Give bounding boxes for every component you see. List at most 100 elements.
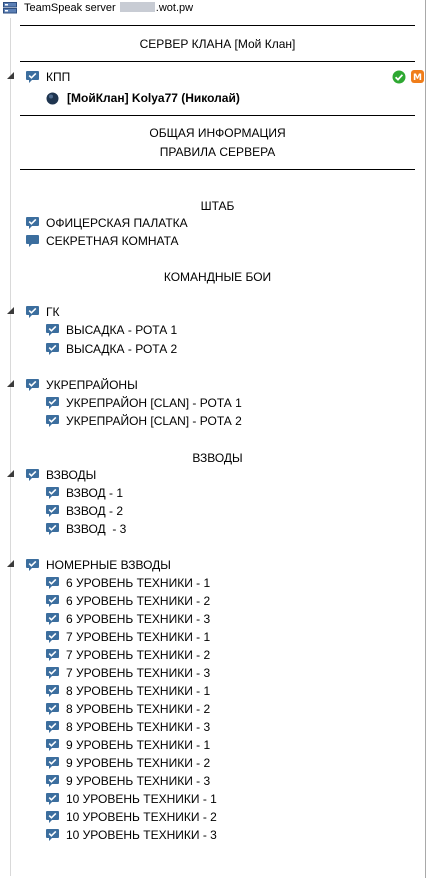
channel-label: 8 УРОВЕНЬ ТЕХНИКИ - 1	[66, 684, 211, 698]
subchannel-platoon-2[interactable]: ВЗВОД - 2	[45, 502, 123, 520]
subchannel-tech-tier[interactable]: 6 УРОВЕНЬ ТЕХНИКИ - 3	[45, 610, 210, 628]
channel-locked-icon	[25, 234, 40, 248]
channel-icon	[25, 558, 40, 572]
subchannel-tech-tier[interactable]: 7 УРОВЕНЬ ТЕХНИКИ - 2	[45, 646, 210, 664]
channel-label: 10 УРОВЕНЬ ТЕХНИКИ - 3	[66, 828, 217, 842]
channel-icon	[45, 630, 60, 644]
channel-label: ОФИЦЕРСКАЯ ПАЛАТКА	[46, 216, 188, 230]
channel-icon	[45, 612, 60, 626]
channel-icon	[45, 522, 60, 536]
channel-label: СЕКРЕТНАЯ КОМНАТА	[46, 234, 179, 248]
channel-kpp[interactable]: КПП	[25, 68, 70, 86]
divider-spacer	[20, 169, 415, 170]
collapse-arrow-icon[interactable]	[6, 71, 15, 80]
channel-label: ВЗВОД - 3	[66, 522, 127, 536]
subchannel-tech-tier[interactable]: 7 УРОВЕНЬ ТЕХНИКИ - 3	[45, 664, 210, 682]
subchannel-gk-2[interactable]: ВЫСАДКА - РОТА 2	[45, 340, 177, 358]
channel-label: 6 УРОВЕНЬ ТЕХНИКИ - 3	[66, 612, 211, 626]
channel-icon	[25, 378, 40, 392]
channel-label: ВЗВОДЫ	[46, 468, 97, 482]
subchannel-tech-tier[interactable]: 8 УРОВЕНЬ ТЕХНИКИ - 2	[45, 700, 210, 718]
channel-icon	[45, 720, 60, 734]
collapse-arrow-icon[interactable]	[6, 559, 15, 568]
channel-label: 10 УРОВЕНЬ ТЕХНИКИ - 1	[66, 792, 217, 806]
subchannel-tech-tier[interactable]: 8 УРОВЕНЬ ТЕХНИКИ - 1	[45, 682, 210, 700]
channel-icon	[25, 70, 40, 84]
window-border	[425, 0, 426, 878]
subchannel-gk-1[interactable]: ВЫСАДКА - РОТА 1	[45, 321, 177, 339]
channel-secret-room[interactable]: СЕКРЕТНАЯ КОМНАТА	[25, 232, 179, 250]
channel-label: 9 УРОВЕНЬ ТЕХНИКИ - 3	[66, 774, 211, 788]
client-name: [МойКлан] Kolya77 (Николай)	[67, 91, 240, 105]
collapse-arrow-icon[interactable]	[6, 306, 15, 315]
channel-label: 6 УРОВЕНЬ ТЕХНИКИ - 2	[66, 594, 211, 608]
channel-platoons[interactable]: ВЗВОДЫ	[25, 466, 96, 484]
channel-label: ВЗВОД - 2	[66, 504, 123, 518]
channel-label: 10 УРОВЕНЬ ТЕХНИКИ - 2	[66, 810, 217, 824]
subchannel-stronghold-1[interactable]: УКРЕПРАЙОН [CLAN] - РОТА 1	[45, 394, 242, 412]
subchannel-stronghold-2[interactable]: УКРЕПРАЙОН [CLAN] - РОТА 2	[45, 412, 242, 430]
channel-icon	[45, 504, 60, 518]
collapse-arrow-icon[interactable]	[6, 469, 15, 478]
subchannel-platoon-3[interactable]: ВЗВОД - 3	[45, 520, 126, 538]
subchannel-tech-tier[interactable]: 10 УРОВЕНЬ ТЕХНИКИ - 3	[45, 826, 217, 844]
channel-icon	[25, 468, 40, 482]
moderator-badge-icon: M	[411, 70, 424, 83]
subchannel-tech-tier[interactable]: 8 УРОВЕНЬ ТЕХНИКИ - 3	[45, 718, 210, 736]
spacer-rules[interactable]: ПРАВИЛА СЕРВЕРА	[20, 143, 415, 161]
channel-label: ВЫСАДКА - РОТА 1	[66, 323, 178, 337]
server-header[interactable]: TeamSpeak server .wot.pw	[0, 0, 427, 16]
channel-icon	[45, 774, 60, 788]
channel-icon	[45, 323, 60, 337]
spacer-hq[interactable]: ШТАБ	[20, 197, 415, 215]
channel-icon	[45, 828, 60, 842]
channel-label: 8 УРОВЕНЬ ТЕХНИКИ - 2	[66, 702, 211, 716]
server-name: TeamSpeak server .wot.pw	[24, 1, 193, 15]
channel-officer-tent[interactable]: ОФИЦЕРСКАЯ ПАЛАТКА	[25, 214, 188, 232]
channel-label: УКРЕПРАЙОН [CLAN] - РОТА 2	[66, 414, 242, 428]
channel-icon	[45, 738, 60, 752]
channel-label: 9 УРОВЕНЬ ТЕХНИКИ - 2	[66, 756, 211, 770]
channel-label: УКРЕПРАЙОН [CLAN] - РОТА 1	[66, 396, 242, 410]
check-badge-icon	[392, 70, 406, 84]
channel-gk[interactable]: ГК	[25, 303, 60, 321]
divider-spacer	[20, 115, 415, 116]
client-row[interactable]: [МойКлан] Kolya77 (Николай)	[46, 89, 240, 107]
subchannel-tech-tier[interactable]: 9 УРОВЕНЬ ТЕХНИКИ - 3	[45, 772, 210, 790]
channel-label: 6 УРОВЕНЬ ТЕХНИКИ - 1	[66, 576, 211, 590]
spacer-clan-wars[interactable]: КОМАНДНЫЕ БОИ	[20, 268, 415, 286]
subchannel-tech-tier[interactable]: 10 УРОВЕНЬ ТЕХНИКИ - 1	[45, 790, 217, 808]
spacer-info[interactable]: ОБЩАЯ ИНФОРМАЦИЯ	[20, 124, 415, 142]
subchannel-platoon-1[interactable]: ВЗВОД - 1	[45, 484, 123, 502]
channel-label: 7 УРОВЕНЬ ТЕХНИКИ - 2	[66, 648, 211, 662]
subchannel-tech-tier[interactable]: 6 УРОВЕНЬ ТЕХНИКИ - 2	[45, 592, 210, 610]
subchannel-tech-tier[interactable]: 10 УРОВЕНЬ ТЕХНИКИ - 2	[45, 808, 217, 826]
channel-label: 7 УРОВЕНЬ ТЕХНИКИ - 3	[66, 666, 211, 680]
subchannel-tech-tier[interactable]: 7 УРОВЕНЬ ТЕХНИКИ - 1	[45, 628, 210, 646]
channel-numbered-platoons[interactable]: НОМЕРНЫЕ ВЗВОДЫ	[25, 556, 171, 574]
redacted-text	[119, 2, 155, 12]
moderator-badge-letter: M	[413, 73, 422, 83]
spacer-platoons[interactable]: ВЗВОДЫ	[20, 449, 415, 467]
channel-strongholds[interactable]: УКРЕПРАЙОНЫ	[25, 376, 138, 394]
channel-icon	[45, 594, 60, 608]
user-status-icon	[46, 92, 59, 104]
channel-icon	[45, 684, 60, 698]
channel-label: НОМЕРНЫЕ ВЗВОДЫ	[46, 558, 171, 572]
channel-icon	[45, 486, 60, 500]
channel-label: 8 УРОВЕНЬ ТЕХНИКИ - 3	[66, 720, 211, 734]
server-name-prefix: TeamSpeak server	[24, 2, 116, 14]
channel-label: КПП	[46, 70, 71, 84]
subchannel-tech-tier[interactable]: 9 УРОВЕНЬ ТЕХНИКИ - 2	[45, 754, 210, 772]
channel-label: УКРЕПРАЙОНЫ	[46, 378, 138, 392]
channel-icon	[45, 648, 60, 662]
spacer-clan-server[interactable]: СЕРВЕР КЛАНА [Мой Клан]	[20, 35, 415, 53]
collapse-arrow-icon[interactable]	[6, 379, 15, 388]
divider-spacer	[20, 25, 415, 26]
subchannel-tech-tier[interactable]: 6 УРОВЕНЬ ТЕХНИКИ - 1	[45, 574, 210, 592]
subchannel-tech-tier[interactable]: 9 УРОВЕНЬ ТЕХНИКИ - 1	[45, 736, 210, 754]
channel-label: ГК	[46, 305, 60, 319]
channel-icon	[45, 414, 60, 428]
channel-icon	[25, 216, 40, 230]
channel-icon	[45, 342, 60, 356]
